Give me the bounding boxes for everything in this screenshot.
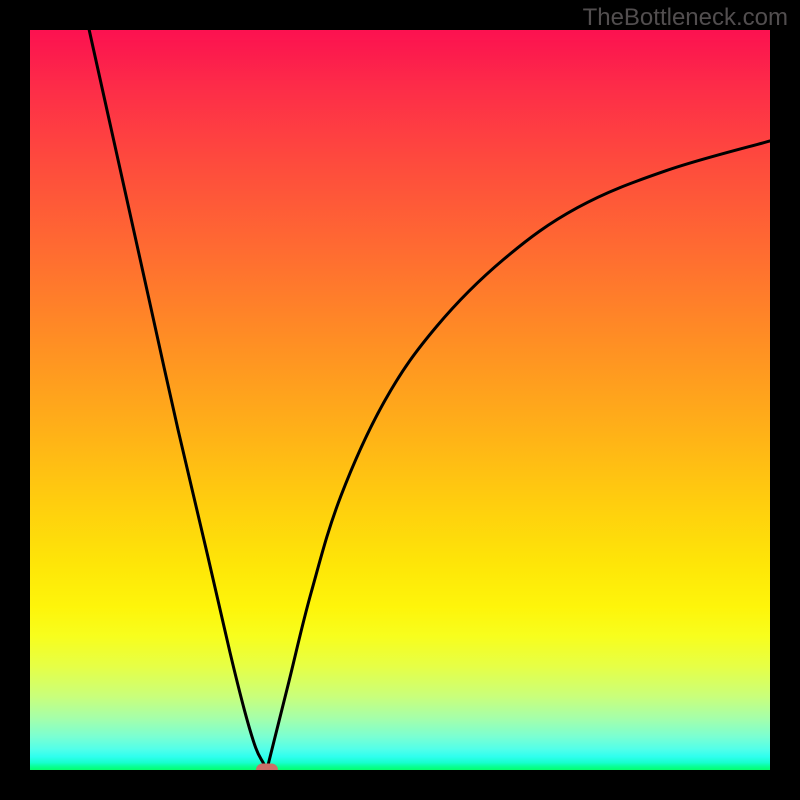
curve-layer [30,30,770,770]
chart-frame: TheBottleneck.com [0,0,800,800]
plot-area [30,30,770,770]
curve-path [89,30,770,770]
minimum-marker [256,764,278,771]
watermark-text: TheBottleneck.com [583,4,788,32]
